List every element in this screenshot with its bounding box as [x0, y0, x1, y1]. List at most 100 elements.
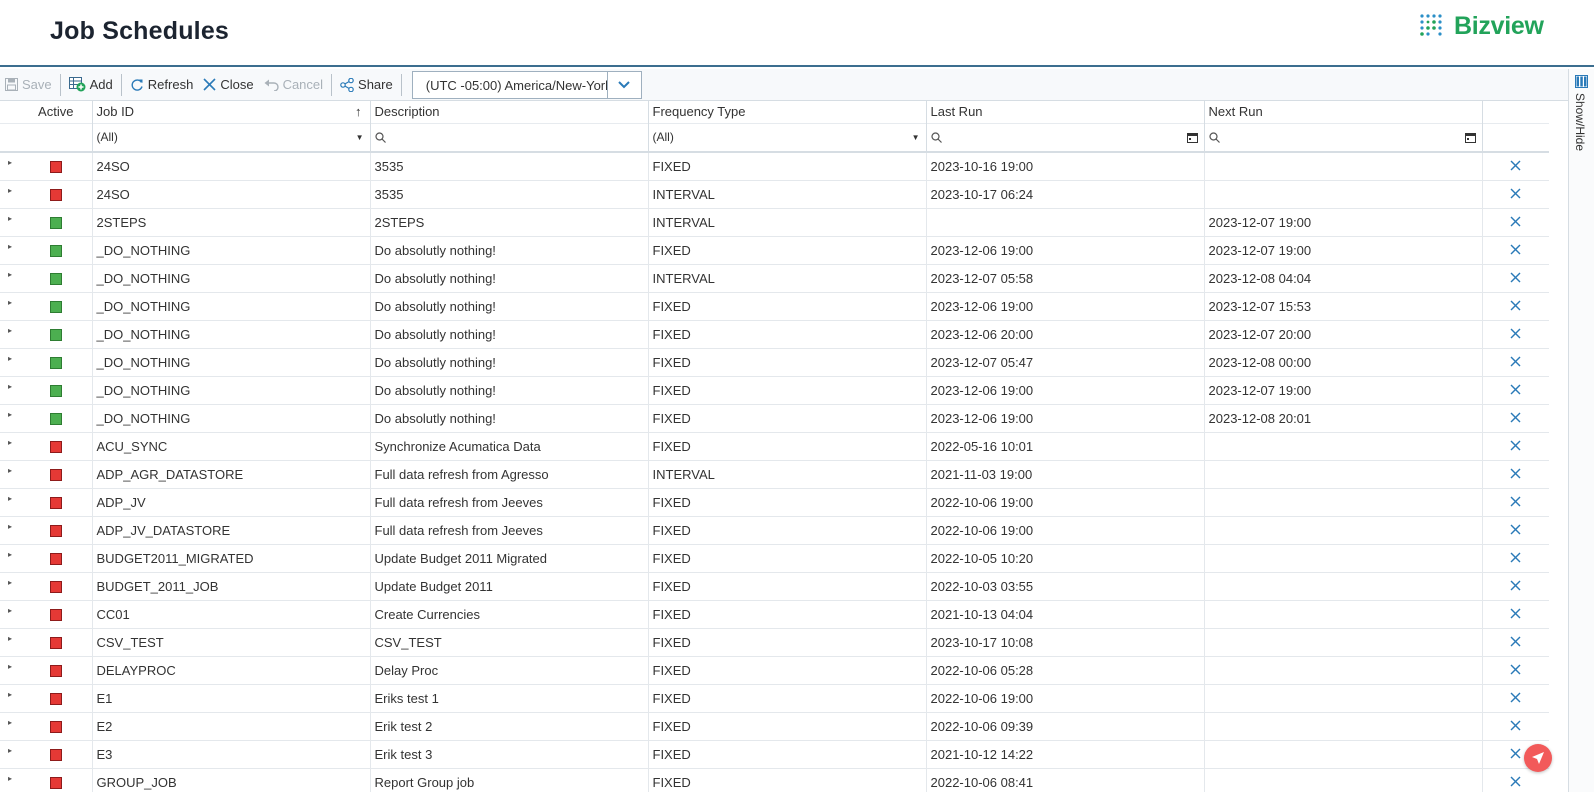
last-run-cell[interactable]: 2023-10-17 10:08 [926, 628, 1205, 657]
table-row[interactable]: ▸ GROUP_JOB Report Group job FIXED 2022-10-0… [0, 768, 1549, 792]
column-header-frequency-type[interactable]: Frequency Type [648, 101, 927, 123]
filter-next-run-input[interactable] [1204, 122, 1483, 153]
frequency-type-cell[interactable]: INTERVAL [648, 180, 927, 209]
description-cell[interactable]: Do absolutly nothing! [370, 404, 649, 433]
frequency-type-cell[interactable]: INTERVAL [648, 208, 927, 237]
active-cell[interactable] [20, 152, 93, 181]
active-cell[interactable] [20, 544, 93, 573]
delete-row-icon[interactable] [1510, 496, 1521, 507]
active-cell[interactable] [20, 348, 93, 377]
delete-row-icon[interactable] [1510, 776, 1521, 787]
frequency-type-cell[interactable]: FIXED [648, 376, 927, 405]
table-row[interactable]: ▸ _DO_NOTHING Do absolutly nothing! FIXED 20… [0, 348, 1549, 377]
delete-row-icon[interactable] [1510, 244, 1521, 255]
frequency-type-cell[interactable]: FIXED [648, 488, 927, 517]
delete-row-icon[interactable] [1510, 188, 1521, 199]
table-row[interactable]: ▸ ADP_JV_DATASTORE Full data refresh from … [0, 516, 1549, 545]
description-cell[interactable]: Do absolutly nothing! [370, 376, 649, 405]
delete-row-icon[interactable] [1510, 356, 1521, 367]
next-run-cell[interactable]: 2023-12-07 20:00 [1204, 320, 1483, 349]
last-run-cell[interactable]: 2022-10-06 08:41 [926, 768, 1205, 792]
description-cell[interactable]: Do absolutly nothing! [370, 320, 649, 349]
row-expand-toggle[interactable]: ▸ [0, 432, 20, 461]
table-row[interactable]: ▸ ADP_JV Full data refresh from Jeeves FIXE… [0, 488, 1549, 517]
frequency-type-cell[interactable]: FIXED [648, 572, 927, 601]
delete-row-icon[interactable] [1510, 720, 1521, 731]
job-id-cell[interactable]: CC01 [92, 600, 371, 629]
next-run-cell[interactable] [1204, 600, 1483, 629]
active-cell[interactable] [20, 376, 93, 405]
last-run-cell[interactable]: 2023-12-07 05:47 [926, 348, 1205, 377]
active-cell[interactable] [20, 600, 93, 629]
last-run-cell[interactable]: 2021-10-12 14:22 [926, 740, 1205, 769]
next-run-cell[interactable] [1204, 544, 1483, 573]
next-run-cell[interactable] [1204, 460, 1483, 489]
active-cell[interactable] [20, 208, 93, 237]
job-id-cell[interactable]: BUDGET_2011_JOB [92, 572, 371, 601]
frequency-type-cell[interactable]: FIXED [648, 152, 927, 181]
last-run-cell[interactable]: 2021-11-03 19:00 [926, 460, 1205, 489]
filter-description-input[interactable] [370, 122, 649, 153]
description-cell[interactable]: Report Group job [370, 768, 649, 792]
share-button[interactable]: Share [335, 72, 398, 98]
job-id-cell[interactable]: ACU_SYNC [92, 432, 371, 461]
job-id-cell[interactable]: _DO_NOTHING [92, 292, 371, 321]
add-button[interactable]: Add [64, 72, 118, 98]
table-row[interactable]: ▸ _DO_NOTHING Do absolutly nothing! FIXED 20… [0, 376, 1549, 405]
next-run-cell[interactable] [1204, 628, 1483, 657]
next-run-cell[interactable] [1204, 740, 1483, 769]
row-expand-toggle[interactable]: ▸ [0, 460, 20, 489]
table-row[interactable]: ▸ ADP_AGR_DATASTORE Full data refresh from… [0, 460, 1549, 489]
table-row[interactable]: ▸ ACU_SYNC Synchronize Acumatica Data FIXED… [0, 432, 1549, 461]
table-row[interactable]: ▸ _DO_NOTHING Do absolutly nothing! FIXED 20… [0, 236, 1549, 265]
frequency-type-cell[interactable]: FIXED [648, 292, 927, 321]
active-cell[interactable] [20, 320, 93, 349]
table-row[interactable]: ▸ E3 Erik test 3 FIXED 2021-10-12 14:22 [0, 740, 1549, 769]
row-expand-toggle[interactable]: ▸ [0, 572, 20, 601]
last-run-cell[interactable]: 2023-12-06 19:00 [926, 236, 1205, 265]
last-run-cell[interactable]: 2022-10-06 09:39 [926, 712, 1205, 741]
frequency-type-cell[interactable]: FIXED [648, 544, 927, 573]
description-cell[interactable]: Delay Proc [370, 656, 649, 685]
next-run-cell[interactable]: 2023-12-08 20:01 [1204, 404, 1483, 433]
frequency-type-cell[interactable]: FIXED [648, 712, 927, 741]
next-run-cell[interactable] [1204, 488, 1483, 517]
description-cell[interactable]: Synchronize Acumatica Data [370, 432, 649, 461]
last-run-cell[interactable]: 2022-10-06 19:00 [926, 488, 1205, 517]
table-row[interactable]: ▸ 24SO 3535 FIXED 2023-10-16 19:00 [0, 152, 1549, 181]
column-header-description[interactable]: Description [370, 101, 649, 123]
job-id-cell[interactable]: _DO_NOTHING [92, 320, 371, 349]
filter-last-run-input[interactable] [926, 122, 1205, 153]
last-run-cell[interactable]: 2023-10-16 19:00 [926, 152, 1205, 181]
description-cell[interactable]: Do absolutly nothing! [370, 348, 649, 377]
row-expand-toggle[interactable]: ▸ [0, 684, 20, 713]
next-run-cell[interactable] [1204, 572, 1483, 601]
active-cell[interactable] [20, 432, 93, 461]
job-id-cell[interactable]: E3 [92, 740, 371, 769]
delete-row-icon[interactable] [1510, 272, 1521, 283]
delete-row-icon[interactable] [1510, 384, 1521, 395]
description-cell[interactable]: Full data refresh from Jeeves [370, 488, 649, 517]
row-expand-toggle[interactable]: ▸ [0, 180, 20, 209]
active-cell[interactable] [20, 572, 93, 601]
filter-frequency-select[interactable]: (All) ▼ [648, 122, 927, 153]
next-run-cell[interactable]: 2023-12-07 15:53 [1204, 292, 1483, 321]
table-row[interactable]: ▸ BUDGET2011_MIGRATED Update Budget 2011 M… [0, 544, 1549, 573]
row-expand-toggle[interactable]: ▸ [0, 152, 20, 181]
row-expand-toggle[interactable]: ▸ [0, 628, 20, 657]
frequency-type-cell[interactable]: FIXED [648, 768, 927, 792]
column-header-job-id[interactable]: Job ID ↑ [92, 101, 371, 123]
active-cell[interactable] [20, 404, 93, 433]
next-run-cell[interactable]: 2023-12-08 04:04 [1204, 264, 1483, 293]
frequency-type-cell[interactable]: FIXED [648, 740, 927, 769]
last-run-cell[interactable]: 2021-10-13 04:04 [926, 600, 1205, 629]
job-id-cell[interactable]: _DO_NOTHING [92, 404, 371, 433]
close-button[interactable]: Close [198, 72, 258, 98]
description-cell[interactable]: Erik test 2 [370, 712, 649, 741]
active-cell[interactable] [20, 768, 93, 792]
delete-row-icon[interactable] [1510, 328, 1521, 339]
next-run-cell[interactable] [1204, 180, 1483, 209]
description-cell[interactable]: 3535 [370, 152, 649, 181]
row-expand-toggle[interactable]: ▸ [0, 236, 20, 265]
frequency-type-cell[interactable]: FIXED [648, 348, 927, 377]
